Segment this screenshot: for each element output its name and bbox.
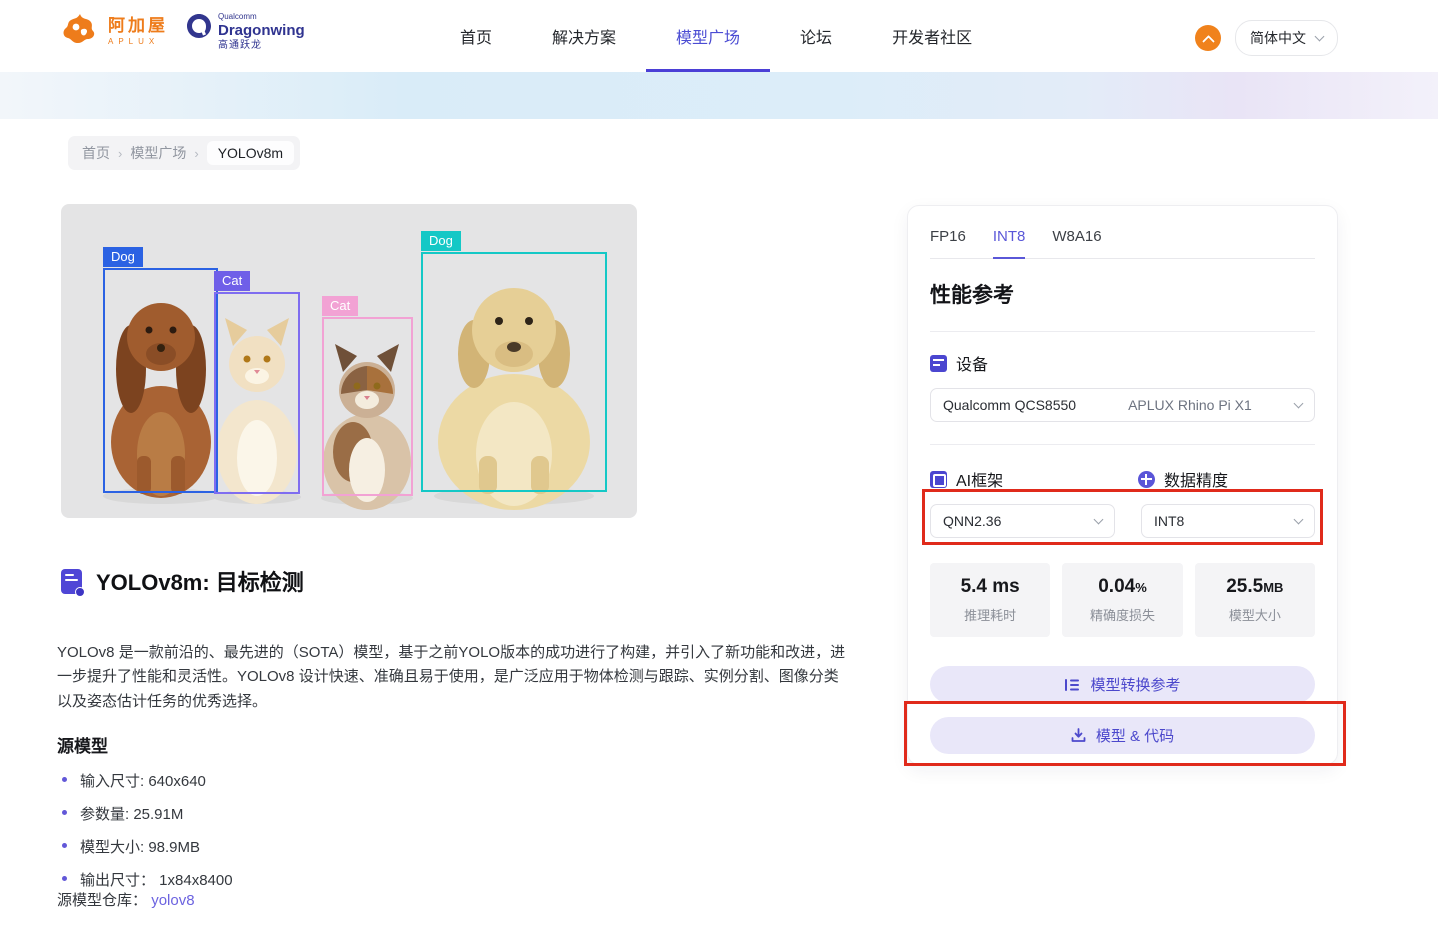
tab-w8a16[interactable]: W8A16 xyxy=(1052,228,1101,259)
device-board-value: APLUX Rhino Pi X1 xyxy=(1128,397,1252,413)
breadcrumb-separator: › xyxy=(118,146,122,161)
stat-value: 0.04 xyxy=(1098,576,1135,597)
main-nav: 首页 解决方案 模型广场 论坛 开发者社区 xyxy=(430,0,1002,72)
nav-item-home[interactable]: 首页 xyxy=(430,0,522,72)
model-conversion-reference-button[interactable]: 模型转换参考 xyxy=(930,666,1315,703)
source-model-spec-list: 输入尺寸: 640x640 参数量: 25.91M 模型大小: 98.9MB 输… xyxy=(62,770,233,902)
qualcomm-dragonwing-logo: Qualcomm Dragonwing 高通跃龙 xyxy=(186,13,305,51)
aplux-logo-icon xyxy=(60,12,100,51)
chevron-down-icon xyxy=(1094,514,1104,524)
divider xyxy=(930,331,1315,332)
breadcrumb-home[interactable]: 首页 xyxy=(82,143,110,163)
bbox-cat-1 xyxy=(214,292,300,494)
chevron-down-icon xyxy=(1315,31,1325,41)
data-precision-icon xyxy=(1138,471,1155,488)
precision-value: INT8 xyxy=(1154,513,1184,529)
logo-area[interactable]: 阿加屋 APLUX Qualcomm Dragonwing 高通跃龙 xyxy=(60,12,305,51)
stat-label: 精确度损失 xyxy=(1090,605,1155,624)
repo-label: 源模型仓库： xyxy=(57,892,147,909)
precision-tabs: FP16 INT8 W8A16 xyxy=(930,228,1315,259)
model-doc-icon xyxy=(61,569,82,594)
stat-label: 推理耗时 xyxy=(964,605,1016,624)
hero-banner-strip xyxy=(0,72,1438,119)
language-selector[interactable]: 简体中文 xyxy=(1235,20,1338,56)
source-model-heading: 源模型 xyxy=(57,732,108,757)
performance-panel: FP16 INT8 W8A16 性能参考 设备 Qualcomm QCS8550… xyxy=(907,205,1338,765)
language-label: 简体中文 xyxy=(1250,28,1306,48)
model-and-code-label: 模型 & 代码 xyxy=(1096,725,1174,746)
device-select[interactable]: Qualcomm QCS8550 APLUX Rhino Pi X1 xyxy=(930,388,1315,422)
nav-item-dev-community[interactable]: 开发者社区 xyxy=(862,0,1002,72)
device-icon xyxy=(930,355,947,372)
bbox-label-dog-2: Dog xyxy=(421,231,461,251)
stat-unit: % xyxy=(1135,580,1147,595)
framework-select[interactable]: QNN2.36 xyxy=(930,504,1115,538)
aplux-brand-cn: 阿加屋 xyxy=(108,17,168,34)
stat-unit: MB xyxy=(1263,580,1283,595)
nav-item-forum[interactable]: 论坛 xyxy=(770,0,862,72)
stat-inference-time: 5.4 ms 推理耗时 xyxy=(930,563,1050,637)
nav-item-solutions[interactable]: 解决方案 xyxy=(522,0,646,72)
ai-framework-icon xyxy=(930,471,947,488)
page-title: YOLOv8m: 目标检测 xyxy=(96,565,304,597)
aplux-logo: 阿加屋 APLUX xyxy=(60,12,168,51)
bbox-label-cat-1: Cat xyxy=(214,271,250,291)
detection-example-image: Dog Cat Cat Dog xyxy=(61,204,637,518)
breadcrumb: 首页 › 模型广场 › YOLOv8m xyxy=(68,136,300,170)
device-chip-value: Qualcomm QCS8550 xyxy=(943,397,1076,413)
tab-fp16[interactable]: FP16 xyxy=(930,228,966,259)
divider xyxy=(930,444,1315,445)
data-precision-label: 数据精度 xyxy=(1164,467,1228,491)
aplux-brand-en: APLUX xyxy=(108,38,168,46)
device-label: 设备 xyxy=(956,351,988,375)
breadcrumb-current-page: YOLOv8m xyxy=(207,141,294,165)
stat-value: 25.5 xyxy=(1226,576,1263,597)
dragonwing-cn-wordmark: 高通跃龙 xyxy=(218,41,305,51)
aplux-round-button[interactable] xyxy=(1195,25,1221,51)
tab-int8[interactable]: INT8 xyxy=(993,228,1026,259)
stat-value: 5.4 xyxy=(961,576,987,597)
bbox-label-dog-1: Dog xyxy=(103,247,143,267)
download-icon xyxy=(1071,728,1086,743)
model-description: YOLOv8 是一款前沿的、最先进的（SOTA）模型，基于之前YOLO版本的成功… xyxy=(57,641,852,714)
qualcomm-swirl-icon xyxy=(186,13,212,44)
nav-item-model-market[interactable]: 模型广场 xyxy=(646,0,770,72)
breadcrumb-separator: › xyxy=(194,146,198,161)
bbox-label-cat-2: Cat xyxy=(322,296,358,316)
stat-label: 模型大小 xyxy=(1229,605,1281,624)
arrow-up-icon xyxy=(1202,34,1215,47)
stat-model-size: 25.5MB 模型大小 xyxy=(1195,563,1315,637)
bbox-cat-2 xyxy=(322,317,413,496)
stat-accuracy-loss: 0.04% 精确度损失 xyxy=(1062,563,1182,637)
framework-value: QNN2.36 xyxy=(943,513,1001,529)
chevron-down-icon xyxy=(1294,398,1304,408)
bbox-dog-2 xyxy=(421,252,607,492)
dragonwing-wordmark: Dragonwing xyxy=(218,23,305,38)
stat-unit: ms xyxy=(987,576,1020,597)
spec-param-count: 参数量: 25.91M xyxy=(62,803,233,824)
chevron-down-icon xyxy=(1294,514,1304,524)
precision-select[interactable]: INT8 xyxy=(1141,504,1315,538)
spec-model-size: 模型大小: 98.9MB xyxy=(62,836,233,857)
model-conversion-reference-label: 模型转换参考 xyxy=(1090,674,1180,695)
top-navbar: 阿加屋 APLUX Qualcomm Dragonwing 高通跃龙 首页 解决… xyxy=(0,0,1438,72)
qualcomm-wordmark: Qualcomm xyxy=(218,13,305,21)
spec-input-size: 输入尺寸: 640x640 xyxy=(62,770,233,791)
list-icon xyxy=(1064,678,1080,692)
model-and-code-button[interactable]: 模型 & 代码 xyxy=(930,717,1315,754)
repo-link[interactable]: yolov8 xyxy=(151,892,194,909)
spec-output-size: 输出尺寸： 1x84x8400 xyxy=(62,869,233,890)
breadcrumb-model-market[interactable]: 模型广场 xyxy=(130,143,186,163)
ai-framework-label: AI框架 xyxy=(956,467,1003,491)
bbox-dog-1 xyxy=(103,268,218,493)
doc-badge-icon xyxy=(75,587,85,597)
performance-heading: 性能参考 xyxy=(930,279,1315,309)
